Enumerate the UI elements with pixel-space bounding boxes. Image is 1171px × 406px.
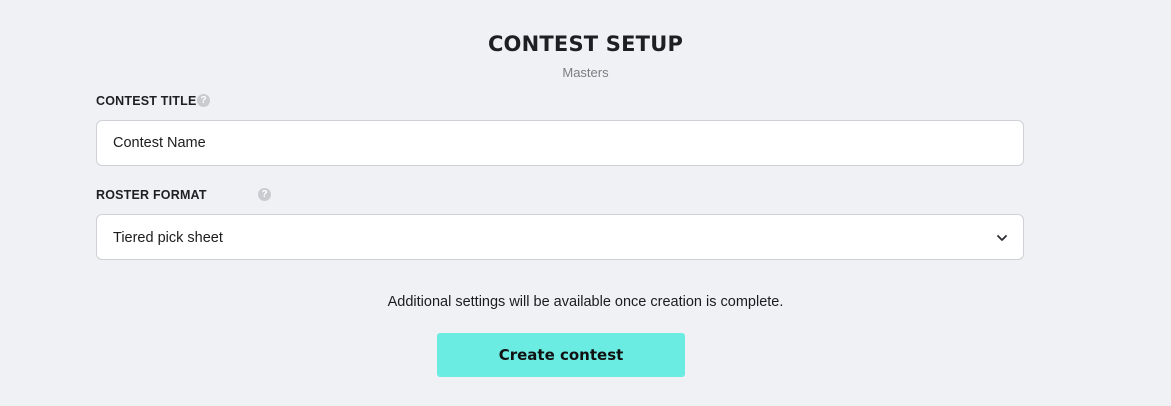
creation-note: Additional settings will be available on… xyxy=(387,294,784,310)
create-contest-button[interactable]: Create contest xyxy=(437,333,685,377)
question-circle-icon[interactable]: ? xyxy=(258,188,271,201)
roster-format-label: ROSTER FORMAT xyxy=(96,188,207,202)
page-title: CONTEST SETUP xyxy=(487,32,684,56)
question-circle-icon[interactable]: ? xyxy=(197,94,210,107)
roster-format-select[interactable]: Tiered pick sheet xyxy=(96,214,1024,260)
roster-format-value: Tiered pick sheet xyxy=(113,230,223,246)
contest-title-field[interactable] xyxy=(96,120,1024,166)
page-subtitle: Masters xyxy=(562,65,609,80)
contest-title-label: CONTEST TITLE xyxy=(96,94,197,108)
contest-title-input[interactable] xyxy=(97,121,1023,165)
chevron-down-icon xyxy=(997,235,1007,241)
